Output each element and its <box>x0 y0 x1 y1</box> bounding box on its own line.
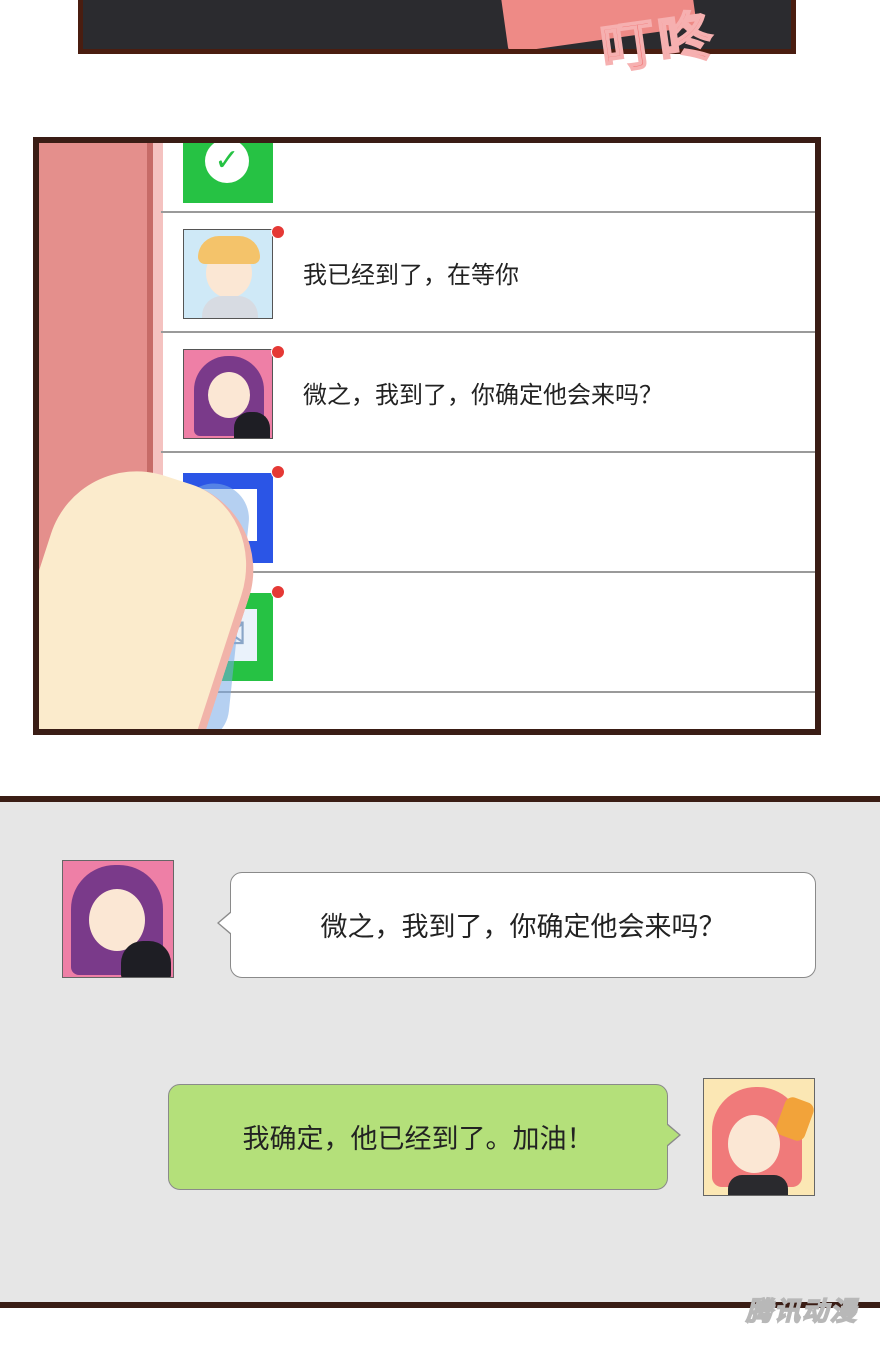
list-item[interactable] <box>161 451 815 573</box>
list-item[interactable]: 微之，我到了，你确定他会来吗？ <box>161 331 815 453</box>
avatar-red-hair-girl <box>703 1078 815 1196</box>
unread-dot <box>271 585 285 599</box>
list-item[interactable]: ✉ <box>161 571 815 693</box>
avatar-purple-hair-girl <box>183 349 273 439</box>
chat-panel: 微之，我到了，你确定他会来吗？ 我确定，他已经到了。加油！ <box>0 796 880 1308</box>
sound-effect-text: 叮咚 <box>596 2 722 83</box>
chat-bubble-outgoing: 我确定，他已经到了。加油！ <box>168 1084 681 1190</box>
chat-message-text: 微之，我到了，你确定他会来吗？ <box>320 912 726 943</box>
watermark-logo: 腾讯动漫 <box>745 1296 858 1328</box>
list-item[interactable]: ✓ <box>161 143 815 213</box>
message-preview: 微之，我到了，你确定他会来吗？ <box>303 381 663 409</box>
phone-screen-panel: ✓ 我已经到了，在等你 微之，我到了，你确定他会来吗？ <box>33 137 821 735</box>
unread-dot <box>271 345 285 359</box>
avatar-blond-boy <box>183 229 273 319</box>
unread-dot <box>271 465 285 479</box>
list-item[interactable]: 我已经到了，在等你 <box>161 211 815 333</box>
message-preview: 我已经到了，在等你 <box>303 261 519 289</box>
chat-message-text: 我确定，他已经到了。加油！ <box>242 1124 594 1155</box>
app-check-icon: ✓ <box>183 143 273 203</box>
chat-bubble-incoming: 微之，我到了，你确定他会来吗？ <box>217 872 816 978</box>
unread-dot <box>271 225 285 239</box>
avatar-purple-hair-girl <box>62 860 174 978</box>
message-list: ✓ 我已经到了，在等你 微之，我到了，你确定他会来吗？ <box>161 143 815 729</box>
